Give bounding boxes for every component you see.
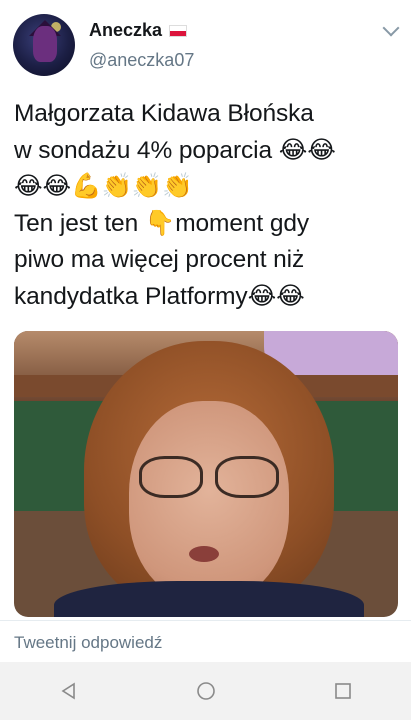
triangle-back-icon <box>61 682 75 700</box>
user-handle[interactable]: @aneczka07 <box>89 50 194 71</box>
avatar-figure <box>33 26 57 62</box>
android-navigation-bar <box>0 662 411 720</box>
reply-input-placeholder[interactable]: Tweetnij odpowiedź <box>14 633 162 653</box>
chevron-down-icon[interactable] <box>382 19 400 37</box>
photo-glasses <box>139 456 279 498</box>
photo-mouth <box>189 546 219 562</box>
poland-flag-icon <box>169 24 188 37</box>
circle-home-icon <box>196 682 215 700</box>
nav-back-button[interactable] <box>49 671 89 711</box>
reply-bar[interactable]: Tweetnij odpowiedź <box>0 620 411 663</box>
nav-recents-button[interactable] <box>323 671 363 711</box>
name-row: Aneczka <box>89 20 188 41</box>
photo-lens-right <box>215 456 279 498</box>
nav-home-button[interactable] <box>186 671 226 711</box>
tweet-text: Małgorzata Kidawa Błońska w sondażu 4% p… <box>14 100 336 310</box>
photo-lens-left <box>139 456 203 498</box>
display-name[interactable]: Aneczka <box>89 20 162 41</box>
tweet-card: Aneczka @aneczka07 Małgorzata Kidawa Bło… <box>0 0 411 660</box>
square-recents-icon <box>334 683 351 699</box>
tweet-photo[interactable] <box>14 331 398 617</box>
avatar[interactable] <box>13 14 75 76</box>
photo-face <box>129 401 289 601</box>
photo-jacket <box>54 581 364 617</box>
